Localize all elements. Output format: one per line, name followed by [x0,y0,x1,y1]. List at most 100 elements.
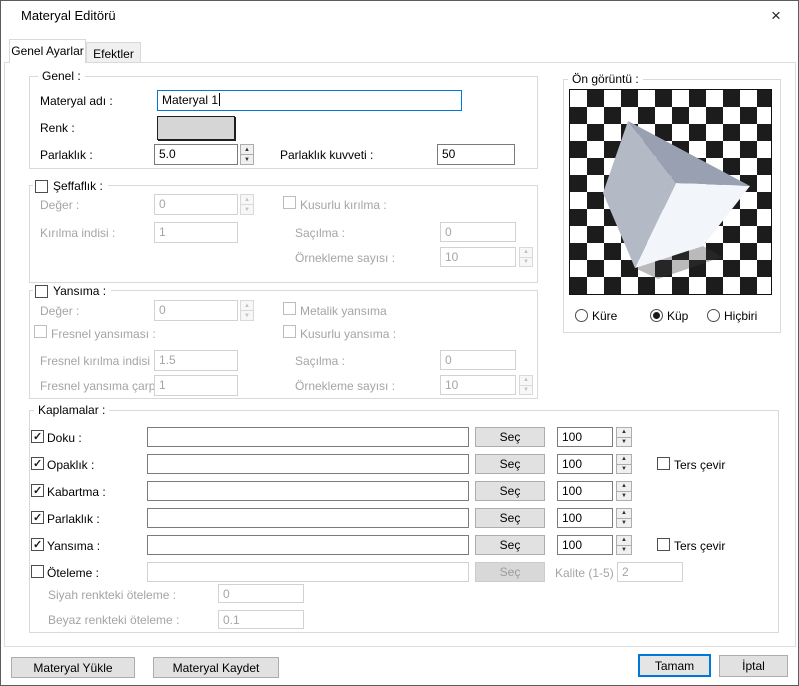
doku-checkbox[interactable] [31,430,44,443]
spinner-up-icon[interactable]: ▲ [616,508,632,519]
parlaklik-map-amount-input[interactable]: 100 [557,508,613,528]
beyaz-oteleme-label: Beyaz renkteki öteleme : [48,613,179,627]
radio-kup[interactable] [650,309,663,322]
renk-color-swatch[interactable] [157,116,235,140]
spinner-down-icon[interactable]: ▼ [616,546,632,556]
ornekleme-label: Örnekleme sayısı : [295,251,395,265]
yansima-map-checkbox[interactable] [31,538,44,551]
opaklik-label: Opaklık : [47,458,94,472]
opaklik-checkbox[interactable] [31,457,44,470]
ornekleme-spinner: ▲▼ [519,247,533,267]
radio-hicbiri[interactable] [707,309,720,322]
material-editor-dialog: Materyal Editörü × Genel Ayarlar Efektle… [0,0,799,686]
ornekleme-input: 10 [440,375,516,395]
group-yansima-legend: Yansıma : [33,284,111,298]
parlaklik-map-sec-button[interactable]: Seç [475,508,545,528]
parlaklik-input[interactable]: 5.0 [154,144,238,165]
doku-label: Doku : [47,431,82,445]
spinner-up-icon: ▲ [240,300,254,311]
spinner-up-icon: ▲ [519,375,533,386]
parlaklik-map-amount-spinner[interactable]: ▲▼ [616,508,632,528]
tab-genel-ayarlar-label: Genel Ayarlar [11,44,84,58]
yansima-map-amount-input[interactable]: 100 [557,535,613,555]
yansima-checkbox[interactable] [35,285,48,298]
spinner-down-icon[interactable]: ▼ [616,438,632,448]
metalik-yansima-label: Metalik yansıma [300,304,387,318]
materyal-yukle-button[interactable]: Materyal Yükle [11,657,135,678]
spinner-up-icon[interactable]: ▲ [616,454,632,465]
group-genel-legend: Genel : [38,69,85,83]
group-on-goruntu: Ön görüntü : Küre Küp Hiçbiri [563,79,781,333]
opaklik-sec-button[interactable]: Seç [475,454,545,474]
materyal-kaydet-button[interactable]: Materyal Kaydet [153,657,279,678]
spinner-down-icon: ▼ [240,311,254,321]
yansima-map-path-input[interactable] [147,535,469,555]
group-on-goruntu-legend: Ön görüntü : [568,72,643,86]
sacilma-label: Saçılma : [295,226,345,240]
spinner-down-icon[interactable]: ▼ [616,465,632,475]
deger-input: 0 [154,300,238,321]
fresnel-kirilma-input: 1.5 [154,350,238,371]
opaklik-amount-input[interactable]: 100 [557,454,613,474]
kalite-input: 2 [617,562,683,582]
seffaflik-checkbox[interactable] [35,180,48,193]
spinner-up-icon[interactable]: ▲ [240,144,254,155]
opaklik-ters-cevir-checkbox[interactable] [657,457,670,470]
parlaklik-kuvveti-label: Parlaklık kuvveti : [280,148,373,162]
parlaklik-kuvveti-input[interactable]: 50 [437,144,515,165]
materyal-adi-value: Materyal 1 [162,93,218,107]
ornekleme-input: 10 [440,247,516,267]
deger-label: Değer : [40,304,79,318]
spinner-down-icon[interactable]: ▼ [616,519,632,529]
iptal-button[interactable]: İptal [719,655,788,677]
materyal-adi-input[interactable]: Materyal 1 [157,90,462,111]
kabartma-sec-button[interactable]: Seç [475,481,545,501]
doku-amount-input[interactable]: 100 [557,427,613,447]
yansima-map-sec-button[interactable]: Seç [475,535,545,555]
kabartma-path-input[interactable] [147,481,469,501]
close-icon[interactable]: × [763,4,789,28]
kusurlu-yansima-checkbox [283,325,296,338]
tab-genel-ayarlar[interactable]: Genel Ayarlar [9,39,86,63]
tab-efektler[interactable]: Efektler [86,42,141,63]
opaklik-amount-spinner[interactable]: ▲▼ [616,454,632,474]
group-seffaflik-legend: Şeffaflık : [33,179,108,193]
fresnel-carpani-input: 1 [154,375,238,396]
kabartma-checkbox[interactable] [31,484,44,497]
spinner-up-icon[interactable]: ▲ [616,535,632,546]
spinner-down-icon[interactable]: ▼ [240,155,254,165]
oteleme-checkbox[interactable] [31,565,44,578]
spinner-up-icon[interactable]: ▲ [616,481,632,492]
yansima-map-amount-spinner[interactable]: ▲▼ [616,535,632,555]
yansima-ters-cevir-checkbox[interactable] [657,538,670,551]
spinner-up-icon[interactable]: ▲ [616,427,632,438]
group-genel: Genel : Materyal adı : Materyal 1 Renk :… [29,76,538,169]
kabartma-amount-input[interactable]: 100 [557,481,613,501]
parlaklik-map-checkbox[interactable] [31,511,44,524]
radio-kure-label: Küre [592,309,617,323]
oteleme-sec-button: Seç [475,562,545,582]
material-preview-image [569,89,772,295]
spinner-down-icon: ▼ [240,205,254,215]
text-caret [219,93,220,106]
oteleme-label: Öteleme : [47,566,99,580]
deger-spinner: ▲▼ [240,300,254,321]
doku-sec-button[interactable]: Seç [475,427,545,447]
opaklik-path-input[interactable] [147,454,469,474]
oteleme-path-input [147,562,469,582]
kabartma-label: Kabartma : [47,485,106,499]
tamam-button[interactable]: Tamam [638,654,711,677]
spinner-down-icon[interactable]: ▼ [616,492,632,502]
fresnel-yansimasi-label: Fresnel yansıması : [51,327,156,341]
kabartma-amount-spinner[interactable]: ▲▼ [616,481,632,501]
parlaklik-map-path-input[interactable] [147,508,469,528]
group-yansima: Yansıma : Değer : 0 ▲▼ Metalik yansıma F… [29,290,538,399]
doku-path-input[interactable] [147,427,469,447]
doku-amount-spinner[interactable]: ▲▼ [616,427,632,447]
title-bar: Materyal Editörü × [1,1,798,31]
radio-kure[interactable] [575,309,588,322]
fresnel-kirilma-label: Fresnel kırılma indisi : [40,354,157,368]
spinner-down-icon: ▼ [519,386,533,396]
window-title: Materyal Editörü [21,8,116,23]
parlaklik-spinner[interactable]: ▲▼ [240,144,254,165]
